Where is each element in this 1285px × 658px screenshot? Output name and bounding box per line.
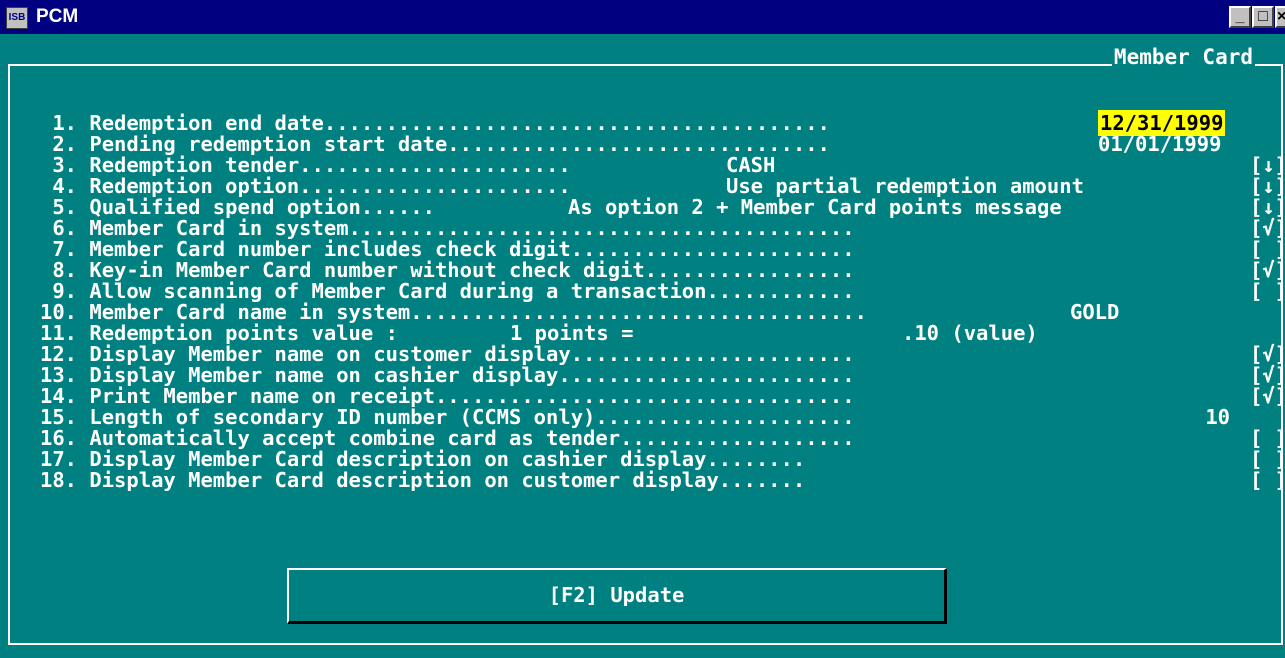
pcm-window: ISB PCM _ □ × Member Card 1. Redemption … [0,0,1285,658]
minimize-button[interactable]: _ [1229,6,1251,28]
update-button[interactable]: [F2] Update [287,568,947,624]
close-button[interactable]: × [1275,6,1285,28]
screen-title: Member Card [1111,44,1255,70]
customer-description-checkbox[interactable]: [ ] [1250,467,1285,493]
app-icon[interactable]: ISB [6,7,28,29]
row-label: 18. Display Member Card description on c… [40,468,806,492]
title-bar: ISB PCM _ □ × [0,0,1285,34]
maximize-button[interactable]: □ [1252,6,1274,28]
window-title: PCM [36,6,79,27]
row-18: 18. Display Member Card description on c… [40,467,1285,493]
